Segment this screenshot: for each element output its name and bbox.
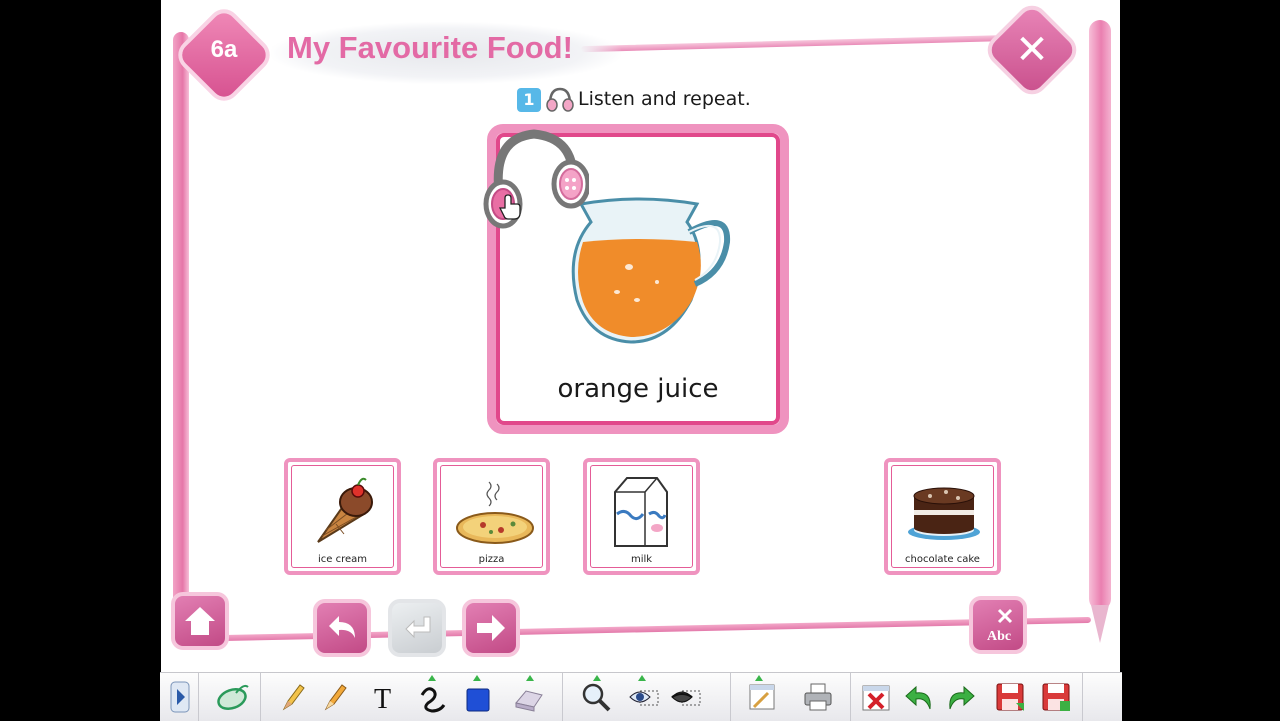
word-card-label: pizza [478,554,505,565]
undo-icon [905,685,931,710]
text-tool-button[interactable]: T [366,679,402,715]
redo-icon [949,685,975,710]
abc-tool-icon: Abc [987,608,1013,644]
frame-left-bar [173,32,189,622]
highlighter-button[interactable] [316,679,352,715]
orange-juice-image [571,197,731,344]
toolbar-divider [1082,673,1083,721]
highlighter-icon [324,684,347,711]
close-icon[interactable]: ✕ [1000,22,1064,78]
word-card-pizza[interactable]: pizza [433,458,550,575]
toolbar-divider [562,673,563,721]
undo-arrow-icon [329,616,355,638]
abc-label: Abc [987,629,1011,644]
toolbar-divider [260,673,261,721]
word-card-ice-cream[interactable]: ice cream [284,458,401,575]
window-button[interactable] [744,679,780,715]
word-card-milk[interactable]: milk [583,458,700,575]
ice-cream-image [317,477,373,543]
home-icon [185,607,215,635]
instruction-text: Listen and repeat. [578,88,751,110]
step-number: 1 [517,88,541,112]
milk-carton-image [614,477,668,547]
shape-icon [466,688,490,712]
headphones-icon[interactable] [479,124,589,234]
delete-icon [862,685,890,711]
pencil-icon [282,684,305,711]
delete-button[interactable] [858,679,894,715]
toolbar-divider [198,673,199,721]
reveal-button[interactable] [626,679,662,715]
abc-tool-button[interactable]: Abc [969,596,1027,654]
save-as-button[interactable] [1038,679,1074,715]
mouse-pointer-icon [217,684,249,710]
pencil-tip [1091,605,1109,643]
print-button[interactable] [800,679,836,715]
page-title: My Favourite Food! [287,30,573,65]
annotation-toolbar: T [160,672,1122,721]
chocolate-cake-image [908,487,980,540]
save-button[interactable] [992,679,1028,715]
next-arrow-icon [477,615,505,641]
frame-top-bar [581,33,1051,53]
eraser-button[interactable] [510,679,546,715]
undo-button[interactable] [902,679,938,715]
pencil-button[interactable] [274,679,310,715]
toolbar-divider [850,673,851,721]
headphones-icon[interactable] [545,86,575,114]
word-card-label: chocolate cake [905,554,980,565]
home-button[interactable] [171,592,229,650]
pizza-image [456,481,534,544]
unit-badge-label: 6a [210,36,238,63]
zoom-icon [582,683,611,712]
reveal-icon [629,690,659,706]
return-button[interactable] [388,599,446,657]
word-card-chocolate-cake[interactable]: chocolate cake [884,458,1001,575]
expand-toolbar-icon [170,681,190,713]
eraser-icon [515,690,543,712]
toolbar-divider [730,673,731,721]
main-word-caption: orange juice [557,374,719,404]
text-tool-label: T [374,684,391,713]
print-icon [804,683,832,711]
window-icon [749,684,775,710]
back-button[interactable] [313,599,371,657]
hide-icon [671,690,701,706]
shape-button[interactable] [459,679,495,715]
return-arrow-icon [405,616,431,639]
frame-pencil-bar [1089,20,1111,610]
word-card-label: ice cream [317,554,368,565]
freehand-icon [420,687,446,713]
redo-button[interactable] [942,679,978,715]
activity-screen: 6a My Favourite Food! ✕ 1 Listen and rep… [161,0,1120,720]
freehand-button[interactable] [414,679,450,715]
save-icon [996,683,1024,711]
mouse-pointer-button[interactable] [212,679,249,715]
word-card-label: milk [630,554,653,565]
save-as-icon [1042,683,1070,711]
hide-button[interactable] [668,679,704,715]
text-tool-icon: T [374,684,391,713]
next-button[interactable] [462,599,520,657]
zoom-button[interactable] [578,679,614,715]
